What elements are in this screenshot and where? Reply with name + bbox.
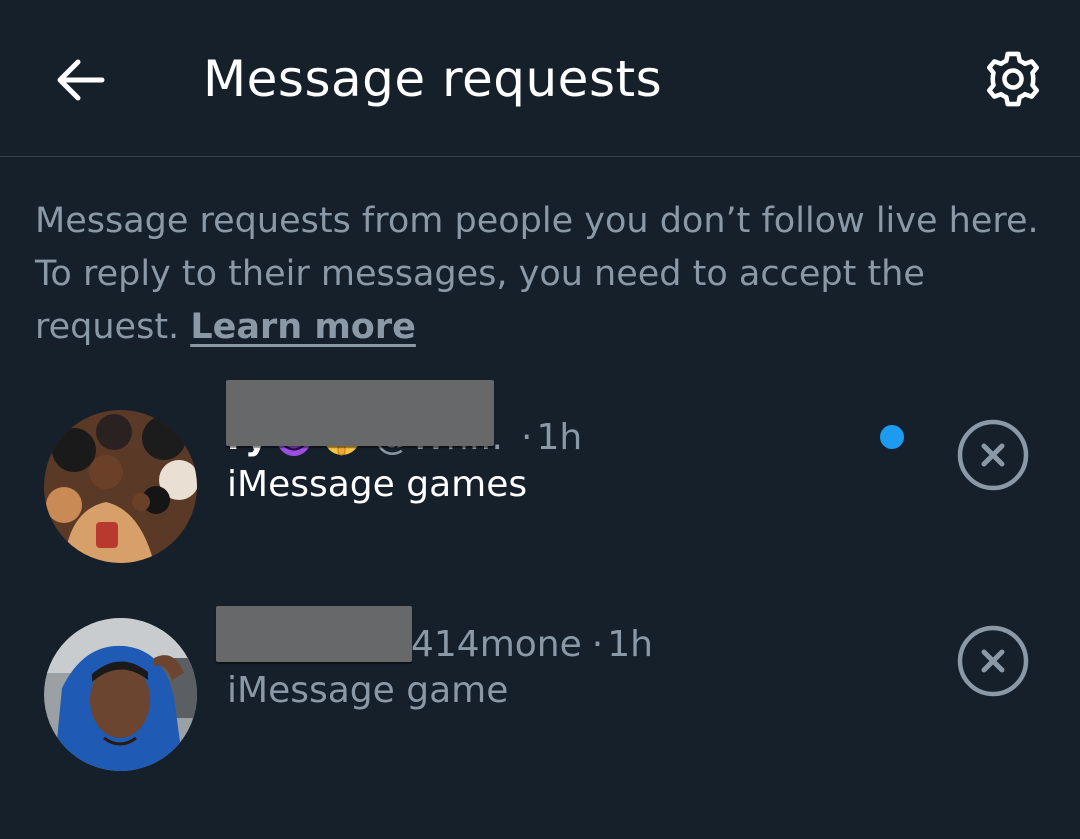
- close-circle-icon: [957, 625, 1029, 697]
- learn-more-link[interactable]: Learn more: [190, 307, 416, 347]
- separator: ·: [591, 623, 604, 665]
- timestamp: 1h: [536, 416, 583, 458]
- settings-button[interactable]: [978, 44, 1048, 114]
- timestamp: 1h: [607, 623, 653, 665]
- back-button[interactable]: [50, 52, 110, 108]
- redaction-box: [226, 380, 494, 446]
- close-circle-icon: [957, 419, 1029, 491]
- message-request-item[interactable]: ry @Wh... · 1h iMessage games: [0, 378, 1080, 568]
- arrow-left-icon: [57, 59, 105, 101]
- unread-indicator: [880, 425, 904, 449]
- redaction-box: [216, 606, 412, 662]
- page-title: Message requests: [203, 50, 663, 108]
- message-preview: iMessage games: [227, 464, 528, 505]
- gear-icon: [987, 51, 1039, 107]
- message-preview: iMessage game: [227, 670, 509, 711]
- top-app-bar: Message requests: [0, 0, 1080, 157]
- avatar[interactable]: [44, 410, 197, 563]
- avatar[interactable]: [44, 618, 197, 771]
- user-handle: 414mone: [411, 623, 582, 665]
- separator: ·: [520, 416, 533, 458]
- dismiss-request-button[interactable]: [956, 418, 1030, 492]
- message-requests-info: Message requests from people you don’t f…: [35, 195, 1045, 354]
- message-request-item[interactable]: 414mone · 1h iMessage game: [0, 600, 1080, 790]
- info-text: Message requests from people you don’t f…: [35, 201, 1039, 347]
- dismiss-request-button[interactable]: [956, 624, 1030, 698]
